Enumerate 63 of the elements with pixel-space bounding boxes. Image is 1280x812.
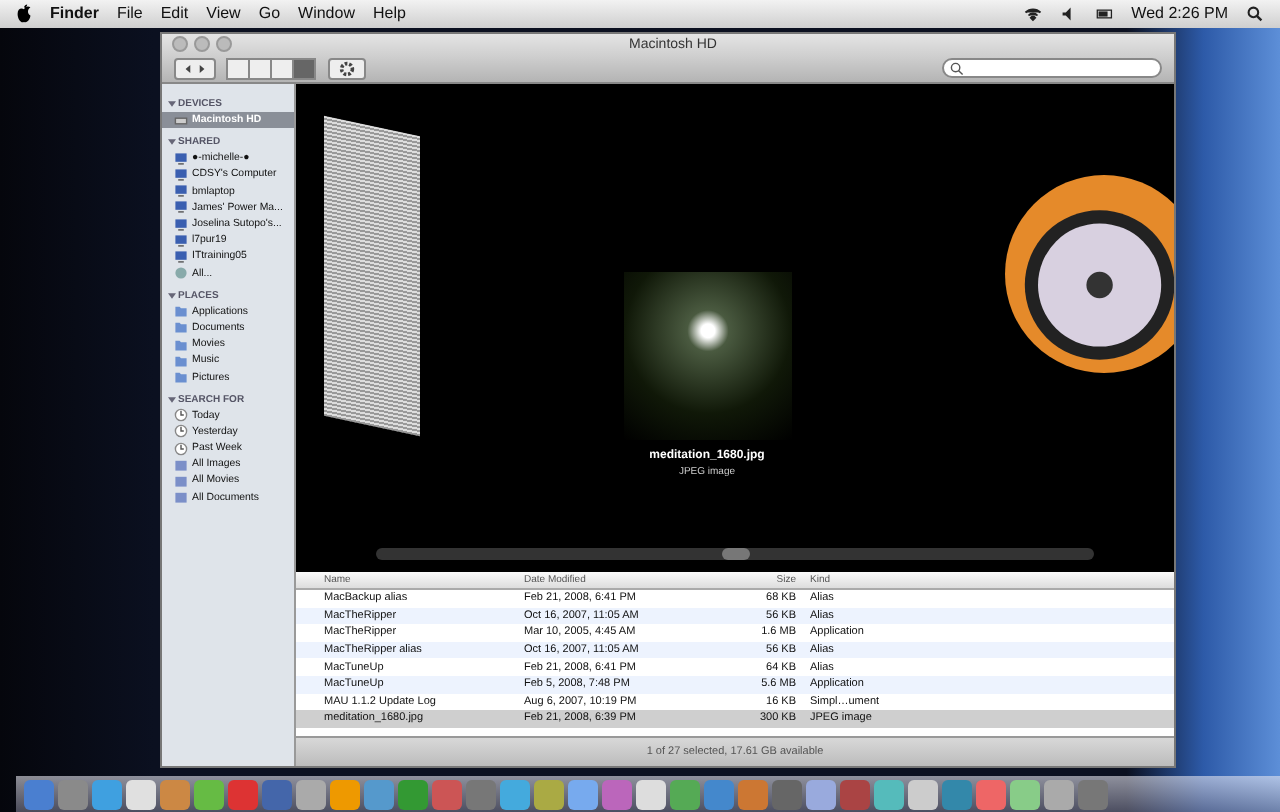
disclosure-triangle-icon[interactable] — [168, 138, 176, 147]
menu-item[interactable]: Go — [258, 4, 281, 23]
dock-app-icon[interactable] — [772, 779, 802, 810]
dock-app-icon[interactable] — [500, 779, 530, 810]
dock-app-icon[interactable] — [92, 779, 122, 810]
menu-item[interactable]: Edit — [160, 4, 189, 23]
search-field[interactable] — [942, 58, 1162, 79]
hard-drive-icon — [174, 113, 188, 128]
dock-app-icon[interactable] — [58, 779, 88, 810]
menu-item[interactable]: Help — [372, 4, 406, 23]
dock-app-icon[interactable] — [126, 779, 156, 810]
dock-app-icon[interactable] — [942, 779, 972, 810]
dock-app-icon[interactable] — [296, 779, 326, 810]
minimize-button[interactable] — [194, 36, 210, 53]
icon-view-button[interactable] — [226, 57, 250, 80]
dock-app-icon[interactable] — [534, 779, 564, 810]
menu-item[interactable]: Window — [298, 4, 355, 23]
arrows-icon — [184, 63, 206, 74]
list-view-button[interactable] — [248, 57, 272, 80]
menu-item[interactable]: File — [116, 4, 143, 23]
dock-app-icon[interactable] — [738, 779, 768, 810]
back-forward-button[interactable] — [174, 57, 216, 80]
dock-app-icon[interactable] — [908, 779, 938, 810]
dock-app-icon[interactable] — [976, 779, 1006, 810]
dock-app-icon[interactable] — [636, 779, 666, 810]
disclosure-triangle-icon[interactable] — [168, 395, 176, 404]
disclosure-triangle-icon[interactable] — [168, 291, 176, 300]
dock-app-icon[interactable] — [1010, 779, 1040, 810]
dock-app-icon[interactable] — [466, 779, 496, 810]
disclosure-triangle-icon[interactable] — [168, 99, 176, 108]
scroll-bar[interactable] — [376, 547, 1094, 560]
search-icon — [950, 61, 964, 76]
dock-app-icon[interactable] — [364, 779, 394, 810]
apple-icon[interactable] — [16, 3, 32, 24]
column-view-button[interactable] — [270, 57, 294, 80]
dock-app-icon[interactable] — [1044, 779, 1074, 810]
dock-app-icon[interactable] — [228, 779, 258, 810]
dock-app-icon[interactable] — [24, 779, 54, 810]
menu-item[interactable]: Finder — [50, 4, 99, 23]
close-button[interactable] — [172, 36, 188, 53]
dock-app-icon[interactable] — [670, 779, 700, 810]
menu-clock[interactable]: Wed 2:26 PM — [1131, 4, 1228, 23]
search-icon[interactable] — [1246, 5, 1264, 22]
cover-flow-button[interactable] — [292, 57, 316, 80]
dock-app-icon[interactable] — [874, 779, 904, 810]
dock-app-icon[interactable] — [398, 779, 428, 810]
battery-icon[interactable] — [1095, 5, 1114, 22]
wifi-icon[interactable] — [1023, 5, 1042, 22]
dock-app-icon[interactable] — [194, 779, 224, 810]
dock-app-icon[interactable] — [432, 779, 462, 810]
dock-app-icon[interactable] — [840, 779, 870, 810]
dock-app-icon[interactable] — [704, 779, 734, 810]
menu-item[interactable]: View — [206, 4, 241, 23]
dock-app-icon[interactable] — [330, 779, 360, 810]
dock-app-icon[interactable] — [602, 779, 632, 810]
dock-app-icon[interactable] — [160, 779, 190, 810]
dock-app-icon[interactable] — [1078, 779, 1108, 810]
dock-app-icon[interactable] — [806, 779, 836, 810]
action-button[interactable] — [328, 57, 366, 80]
dock-app-icon[interactable] — [568, 779, 598, 810]
zoom-button[interactable] — [216, 36, 232, 53]
dock-app-icon[interactable] — [262, 779, 292, 810]
gear-icon — [338, 59, 356, 78]
